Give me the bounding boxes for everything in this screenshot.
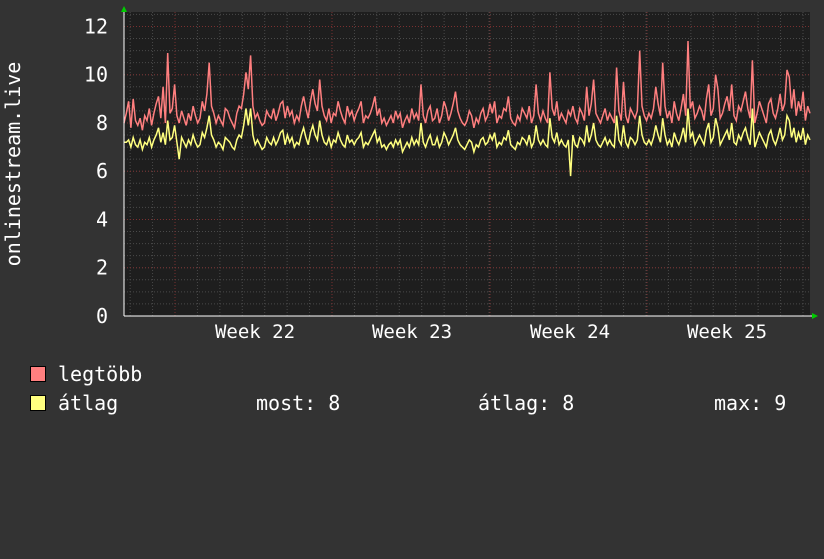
legend-row-max: legtöbb [30,362,810,386]
legend-label-max: legtöbb [58,362,143,386]
x-axis-arrow-icon [812,313,818,319]
y-tick-label: 4 [96,207,108,231]
legend-swatch-avg [30,395,46,411]
y-tick-label: 0 [96,304,108,328]
stat-current: most: 8 [256,391,341,415]
legend-swatch-max [30,366,46,382]
x-tick-label: Week 23 [372,321,452,343]
stat-average: átlag: 8 [478,391,575,415]
x-tick-label: Week 25 [687,321,767,343]
y-tick-label: 6 [96,159,108,183]
x-tick-label: Week 22 [215,321,295,343]
y-tick-labels: 0 2 4 6 8 10 12 [84,14,108,328]
y-tick-label: 12 [84,14,108,38]
graph-panel: 0 2 4 6 8 10 12 Week 22 Week 23 Week 24 Week 25 o… [0,0,824,430]
y-tick-label: 2 [96,256,108,280]
line-chart: 0 2 4 6 8 10 12 Week 22 Week 23 Week 24 Week 25 o… [1,6,818,343]
x-tick-labels: Week 22 Week 23 Week 24 Week 25 [215,321,767,343]
y-axis-arrow-icon [121,6,127,12]
stat-max: max: 9 [714,391,787,415]
y-tick-label: 10 [84,63,108,87]
legend-row-avg: átlag most: 8 átlag: 8 max: 9 [30,391,810,415]
y-axis-label: onlinestream.live [1,62,25,267]
x-tick-label: Week 24 [530,321,610,343]
legend-label-avg: átlag [58,391,119,415]
y-tick-label: 8 [96,111,108,135]
